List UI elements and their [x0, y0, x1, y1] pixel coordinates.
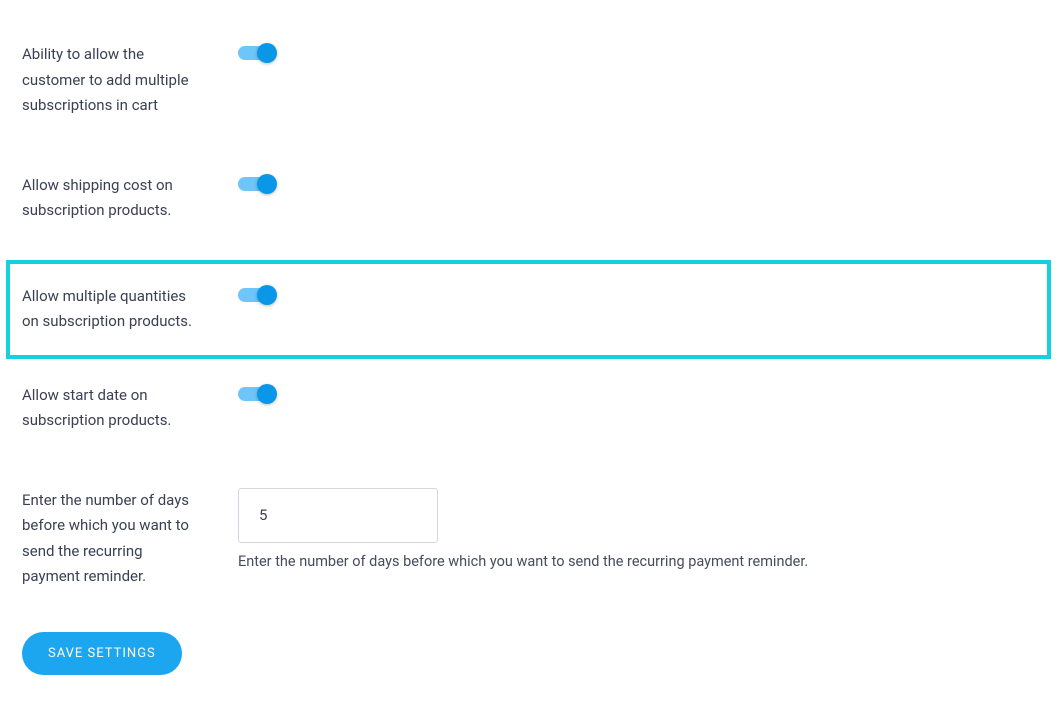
setting-label: Allow multiple quantities on subscriptio…	[22, 284, 222, 335]
setting-row-shipping-cost: Allow shipping cost on subscription prod…	[10, 161, 1051, 236]
setting-control	[222, 383, 1039, 405]
setting-label: Allow start date on subscription product…	[22, 383, 222, 434]
setting-control	[222, 42, 1039, 64]
toggle-multiple-subscriptions[interactable]	[238, 46, 274, 60]
setting-label: Ability to allow the customer to add mul…	[22, 42, 222, 119]
toggle-knob	[257, 43, 277, 63]
setting-label: Allow shipping cost on subscription prod…	[22, 173, 222, 224]
save-button[interactable]: SAVE SETTINGS	[22, 632, 182, 675]
toggle-knob	[257, 384, 277, 404]
setting-row-multiple-quantities: Allow multiple quantities on subscriptio…	[6, 260, 1051, 359]
toggle-shipping-cost[interactable]	[238, 177, 274, 191]
reminder-days-input[interactable]	[238, 488, 438, 543]
setting-row-multiple-subscriptions: Ability to allow the customer to add mul…	[10, 30, 1051, 131]
toggle-knob	[257, 174, 277, 194]
setting-row-reminder-days: Enter the number of days before which yo…	[10, 476, 1051, 602]
toggle-knob	[257, 285, 277, 305]
reminder-days-help-text: Enter the number of days before which yo…	[238, 553, 1039, 570]
setting-control: Enter the number of days before which yo…	[222, 488, 1039, 570]
setting-control	[222, 284, 1035, 306]
toggle-multiple-quantities[interactable]	[238, 288, 274, 302]
setting-label: Enter the number of days before which yo…	[22, 488, 222, 590]
settings-panel: Ability to allow the customer to add mul…	[0, 0, 1061, 705]
toggle-start-date[interactable]	[238, 387, 274, 401]
setting-row-start-date: Allow start date on subscription product…	[10, 371, 1051, 446]
setting-control	[222, 173, 1039, 195]
